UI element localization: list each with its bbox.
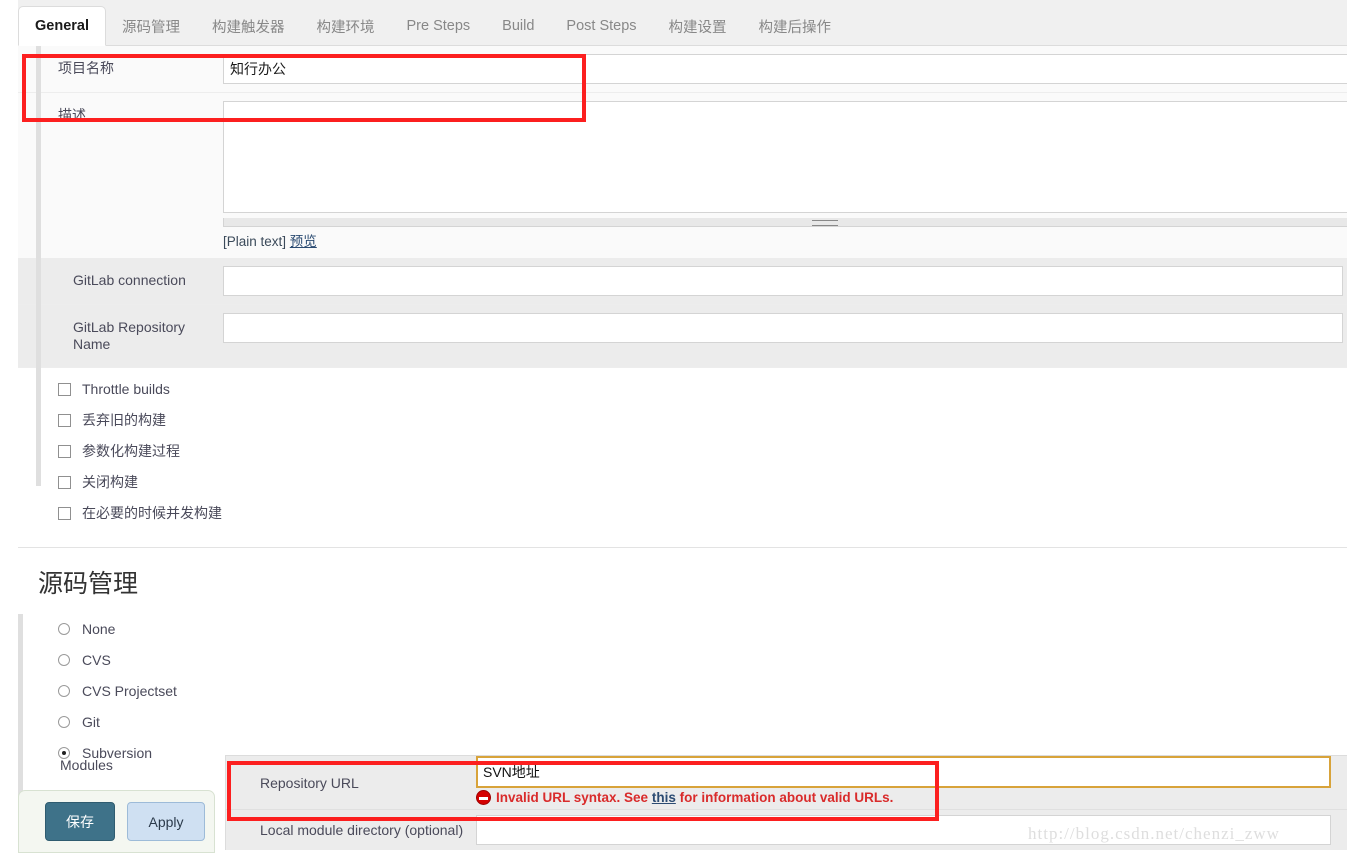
tab-build-triggers[interactable]: 构建触发器 bbox=[196, 7, 301, 45]
tab-label: 构建后操作 bbox=[758, 19, 832, 36]
tab-label: 构建触发器 bbox=[212, 19, 285, 36]
repository-url-row: Repository URL Invalid URL syntax. See t… bbox=[226, 756, 1347, 810]
checkbox-parameterized-build[interactable]: 参数化构建过程 bbox=[18, 436, 1347, 467]
repository-url-error: Invalid URL syntax. See this for informa… bbox=[476, 788, 1347, 809]
apply-button[interactable]: Apply bbox=[127, 802, 205, 841]
checkbox-label: 在必要的时候并发构建 bbox=[82, 505, 222, 522]
radio-icon[interactable] bbox=[58, 623, 70, 636]
scm-options-list: None CVS CVS Projectset Git Subversion bbox=[18, 613, 1347, 769]
description-row: 描述 [Plain text] 预览 bbox=[18, 93, 1347, 258]
error-text-before: Invalid URL syntax. See bbox=[496, 790, 649, 805]
checkbox-label: 参数化构建过程 bbox=[82, 443, 180, 460]
markup-format-label: [Plain text] bbox=[223, 234, 287, 249]
checkbox-icon[interactable] bbox=[58, 444, 71, 458]
error-icon bbox=[476, 790, 491, 805]
checkbox-label: Throttle builds bbox=[82, 381, 170, 398]
gitlab-connection-row: GitLab connection bbox=[18, 258, 1347, 305]
project-name-row: 项目名称 bbox=[18, 46, 1347, 93]
radio-scm-git[interactable]: Git bbox=[18, 707, 1347, 738]
checkbox-icon[interactable] bbox=[58, 382, 71, 396]
radio-icon[interactable] bbox=[58, 685, 70, 698]
project-name-label: 项目名称 bbox=[58, 60, 114, 76]
tab-label: 构建设置 bbox=[668, 19, 727, 36]
local-module-label: Local module directory (optional) bbox=[260, 822, 464, 838]
checkbox-concurrent-builds[interactable]: 在必要的时候并发构建 bbox=[18, 498, 1347, 529]
preview-link[interactable]: 预览 bbox=[290, 234, 317, 249]
error-text-after: for information about valid URLs. bbox=[679, 790, 894, 805]
form-action-bar: 保存 Apply bbox=[18, 790, 215, 853]
gitlab-repository-input[interactable] bbox=[223, 313, 1343, 343]
description-textarea[interactable] bbox=[223, 101, 1347, 213]
checkbox-icon[interactable] bbox=[58, 506, 71, 520]
tab-build-environment[interactable]: 构建环境 bbox=[301, 7, 391, 45]
jenkins-config-page: General 源码管理 构建触发器 构建环境 Pre Steps Build … bbox=[0, 0, 1347, 853]
description-label: 描述 bbox=[58, 107, 86, 123]
tab-general[interactable]: General bbox=[18, 6, 106, 46]
markup-format-line: [Plain text] 预览 bbox=[223, 227, 1347, 250]
checkbox-label: 关闭构建 bbox=[82, 474, 138, 491]
radio-icon[interactable] bbox=[58, 716, 70, 729]
checkbox-label: 丢弃旧的构建 bbox=[82, 412, 166, 429]
tab-post-build-actions[interactable]: 构建后操作 bbox=[743, 7, 848, 45]
gitlab-repository-label: GitLab Repository Name bbox=[73, 319, 186, 352]
gitlab-connection-label: GitLab connection bbox=[73, 272, 186, 288]
tab-label: Pre Steps bbox=[406, 18, 471, 34]
scm-section-heading: 源码管理 bbox=[18, 547, 1347, 614]
gitlab-connection-input[interactable] bbox=[223, 266, 1343, 296]
tab-post-steps[interactable]: Post Steps bbox=[550, 7, 652, 45]
checkbox-icon[interactable] bbox=[58, 413, 71, 427]
section-rail bbox=[36, 46, 41, 486]
tab-build[interactable]: Build bbox=[486, 7, 550, 45]
error-help-link[interactable]: this bbox=[652, 790, 676, 805]
radio-label: CVS bbox=[82, 652, 111, 669]
general-form: 项目名称 描述 [Plain text] 预览 GitLab connectio… bbox=[18, 46, 1347, 802]
project-name-input[interactable] bbox=[223, 54, 1347, 84]
general-options-list: Throttle builds 丢弃旧的构建 参数化构建过程 关闭构建 在必要的… bbox=[18, 367, 1347, 547]
repository-url-input[interactable] bbox=[476, 756, 1331, 788]
checkbox-throttle-builds[interactable]: Throttle builds bbox=[18, 374, 1347, 405]
scm-section-rail bbox=[18, 613, 23, 802]
checkbox-disable-build[interactable]: 关闭构建 bbox=[18, 467, 1347, 498]
radio-label: CVS Projectset bbox=[82, 683, 177, 700]
tab-build-settings[interactable]: 构建设置 bbox=[653, 7, 743, 45]
radio-label: Git bbox=[82, 714, 100, 731]
radio-scm-cvs-projectset[interactable]: CVS Projectset bbox=[18, 676, 1347, 707]
save-button[interactable]: 保存 bbox=[45, 802, 115, 841]
radio-scm-none[interactable]: None bbox=[18, 614, 1347, 645]
tab-label: General bbox=[35, 18, 89, 34]
watermark-text: http://blog.csdn.net/chenzi_zww bbox=[1028, 824, 1280, 843]
radio-scm-cvs[interactable]: CVS bbox=[18, 645, 1347, 676]
config-tab-bar: General 源码管理 构建触发器 构建环境 Pre Steps Build … bbox=[18, 0, 1347, 46]
modules-label: Modules bbox=[60, 757, 113, 773]
tab-pre-steps[interactable]: Pre Steps bbox=[391, 7, 487, 45]
repository-url-label: Repository URL bbox=[260, 774, 359, 791]
gitlab-repository-row: GitLab Repository Name bbox=[18, 305, 1347, 368]
tab-scm[interactable]: 源码管理 bbox=[106, 7, 196, 45]
checkbox-discard-old-builds[interactable]: 丢弃旧的构建 bbox=[18, 405, 1347, 436]
tab-label: 构建环境 bbox=[316, 19, 375, 36]
textarea-resize-handle[interactable] bbox=[223, 218, 1347, 227]
radio-label: None bbox=[82, 621, 116, 638]
tab-label: 源码管理 bbox=[122, 19, 180, 36]
checkbox-icon[interactable] bbox=[58, 475, 71, 489]
tab-label: Build bbox=[502, 18, 535, 34]
radio-icon[interactable] bbox=[58, 654, 70, 667]
tab-label: Post Steps bbox=[566, 18, 637, 34]
